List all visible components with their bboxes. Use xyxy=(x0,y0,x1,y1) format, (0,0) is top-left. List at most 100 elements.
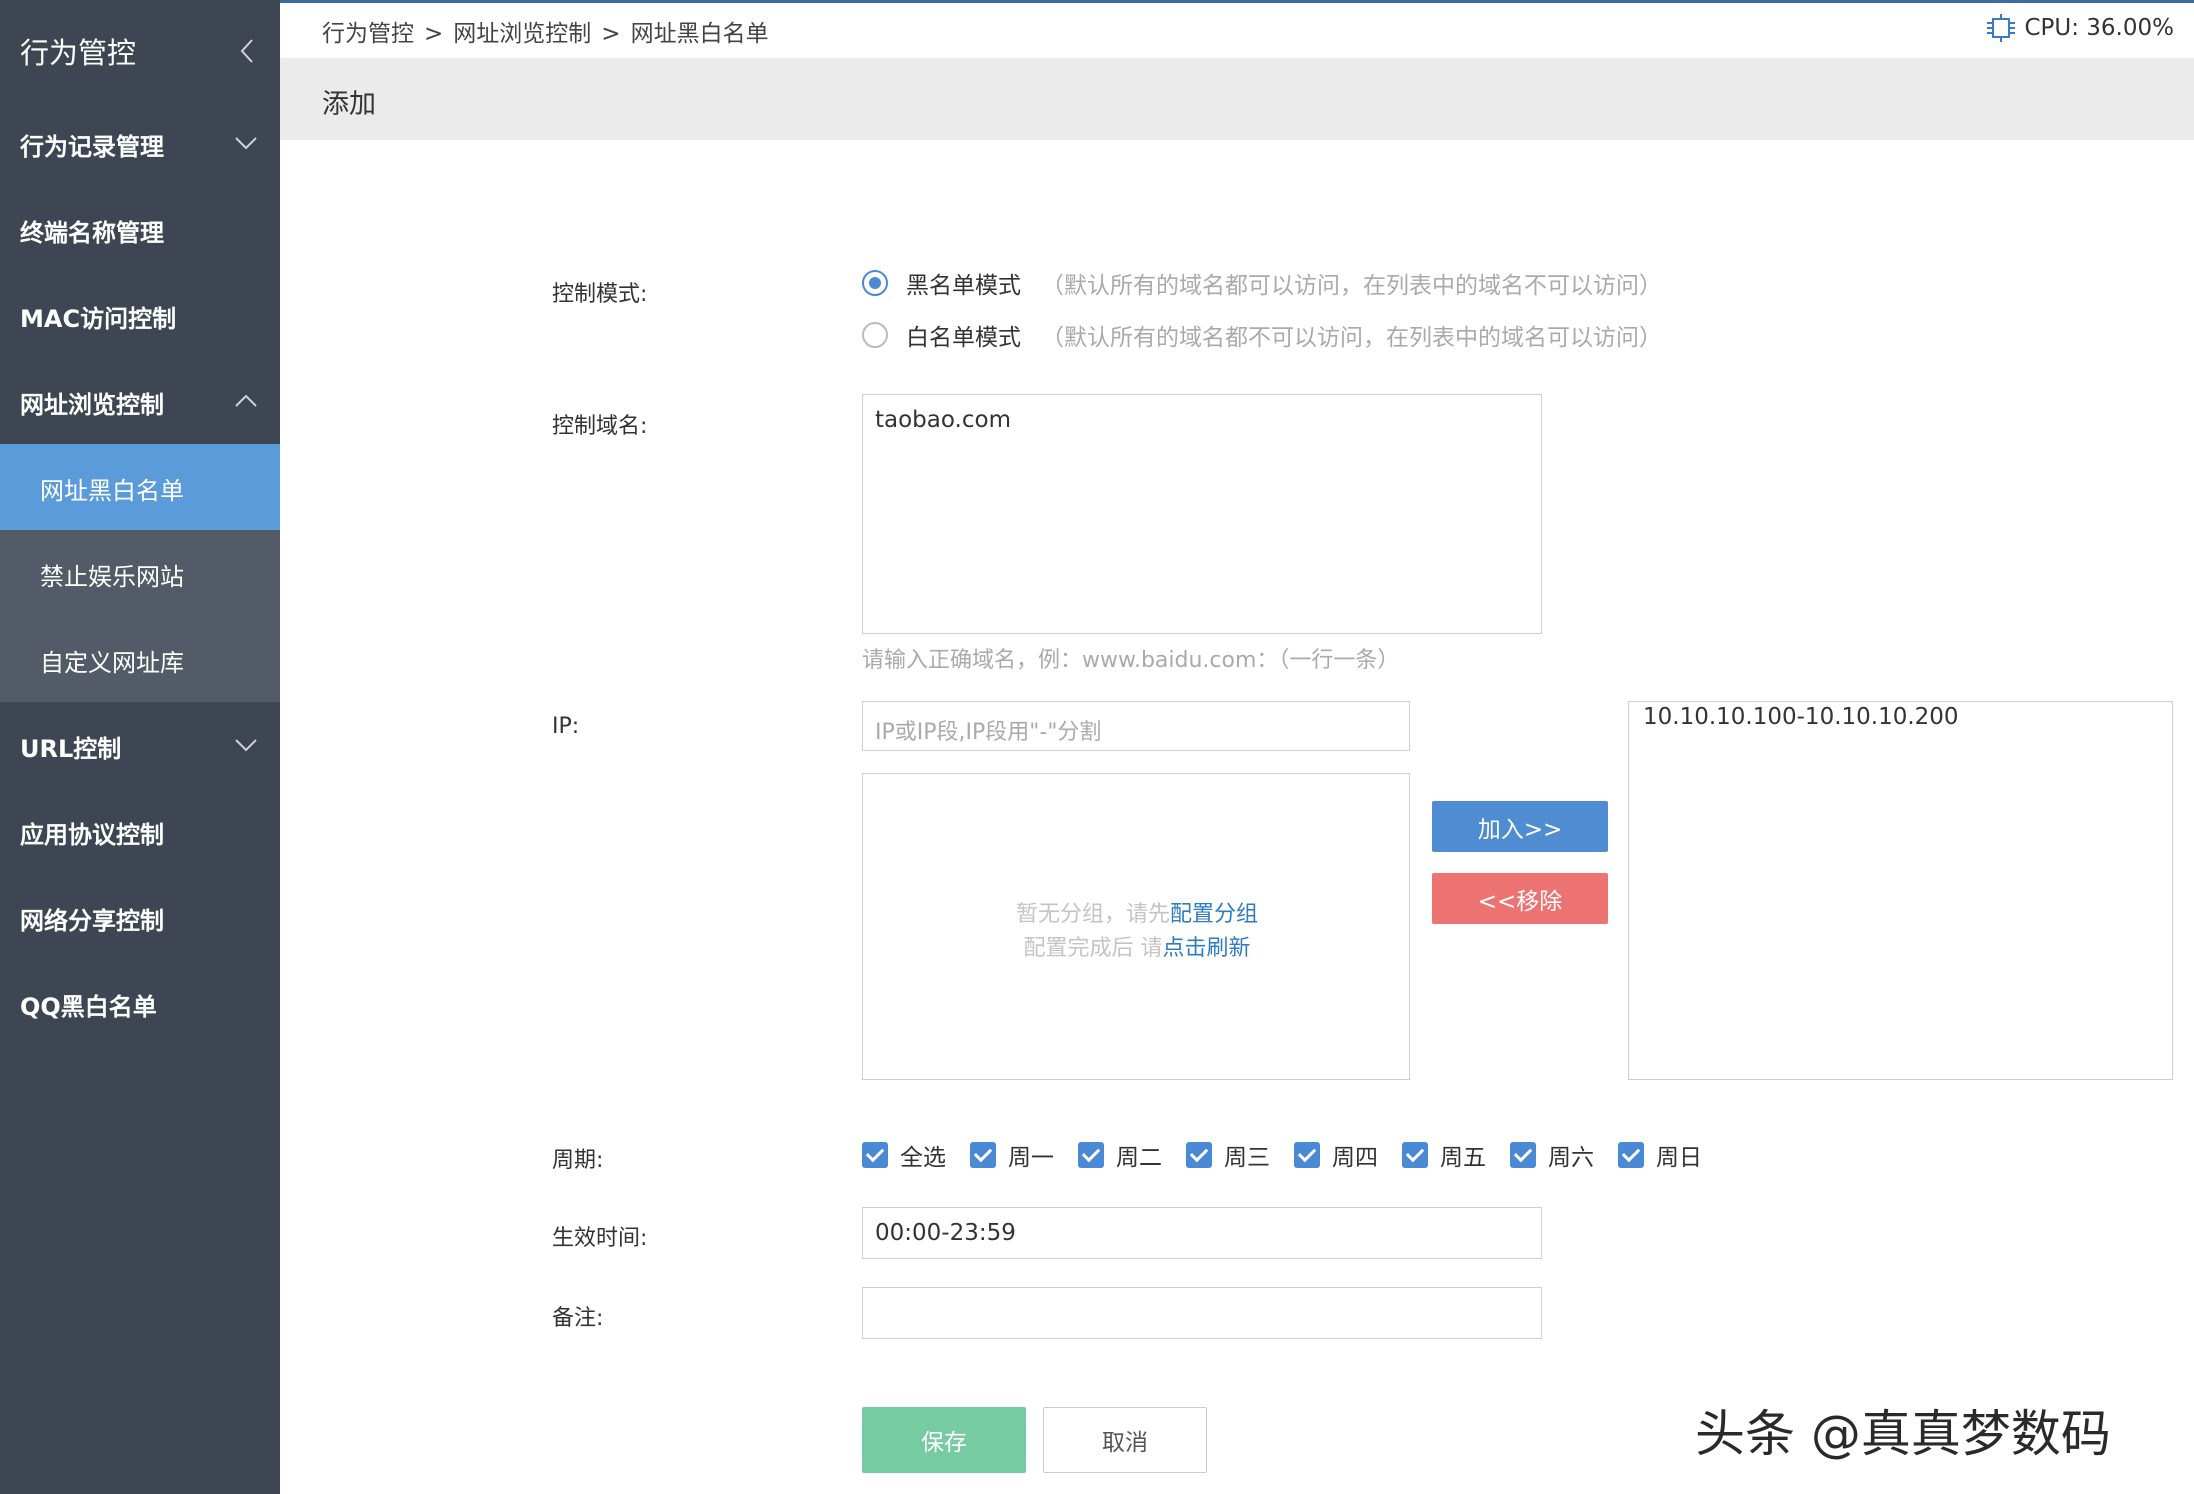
radio-hint: （默认所有的域名都不可以访问，在列表中的域名可以访问） xyxy=(1041,325,1662,351)
chevron-down-icon xyxy=(235,137,257,150)
group-msg-text: 暂无分组，请先 xyxy=(1015,902,1170,927)
sidebar-item-url-control[interactable]: URL控制 xyxy=(0,702,280,788)
radio-whitelist-mode[interactable]: 白名单模式 （默认所有的域名都不可以访问，在列表中的域名可以访问） xyxy=(862,318,1662,352)
ip-list-item[interactable]: 10.10.10.100-10.10.10.200 xyxy=(1643,704,1959,730)
sidebar-item-label: MAC访问控制 xyxy=(20,305,177,333)
sidebar-item-label: 网络分享控制 xyxy=(20,907,164,935)
note-label: 备注: xyxy=(552,1306,604,1331)
radio-label: 黑名单模式 xyxy=(906,273,1021,299)
sidebar-item-label: 行为记录管理 xyxy=(20,133,164,161)
radio-button[interactable] xyxy=(862,322,888,348)
control-mode-label: 控制模式: xyxy=(552,282,648,307)
chevron-left-icon[interactable] xyxy=(236,36,258,66)
cpu-value: CPU: 36.00% xyxy=(2024,15,2174,41)
ip-list-box[interactable]: 10.10.10.100-10.10.10.200 xyxy=(1628,701,2173,1080)
breadcrumb-item[interactable]: 行为管控 xyxy=(322,21,414,47)
sidebar-item-mac-access[interactable]: MAC访问控制 xyxy=(0,272,280,358)
cancel-button[interactable]: 取消 xyxy=(1043,1407,1207,1473)
domain-hint: 请输入正确域名，例：www.baidu.com：（一行一条） xyxy=(862,648,1400,673)
sidebar-item-behavior-records[interactable]: 行为记录管理 xyxy=(0,100,280,186)
checkbox-tuesday[interactable]: 周二 xyxy=(1078,1138,1162,1172)
checkbox-label: 周一 xyxy=(1008,1145,1054,1171)
page-title-bar: 添加 xyxy=(280,58,2194,140)
note-input[interactable] xyxy=(862,1287,1542,1339)
effective-time-label: 生效时间: xyxy=(552,1226,648,1251)
checkbox-checked[interactable] xyxy=(970,1142,996,1168)
radio-blacklist-mode[interactable]: 黑名单模式 （默认所有的域名都可以访问，在列表中的域名不可以访问） xyxy=(862,266,1662,300)
sidebar-item-terminal-names[interactable]: 终端名称管理 xyxy=(0,186,280,272)
effective-time-input[interactable]: 00:00-23:59 xyxy=(862,1207,1542,1259)
sidebar-item-qq-list[interactable]: QQ黑白名单 xyxy=(0,960,280,1046)
group-empty-message: 暂无分组，请先配置分组 xyxy=(863,896,1411,928)
breadcrumb-item[interactable]: 网址浏览控制 xyxy=(453,21,591,47)
checkbox-friday[interactable]: 周五 xyxy=(1402,1138,1486,1172)
checkbox-label: 周四 xyxy=(1332,1145,1378,1171)
checkbox-saturday[interactable]: 周六 xyxy=(1510,1138,1594,1172)
sidebar-subitem-label: 网址黑白名单 xyxy=(40,477,184,505)
domain-value: taobao.com xyxy=(875,407,1011,433)
breadcrumb-separator: > xyxy=(424,21,444,47)
period-label: 周期: xyxy=(552,1148,604,1173)
breadcrumb-separator: > xyxy=(601,21,621,47)
checkbox-sunday[interactable]: 周日 xyxy=(1618,1138,1702,1172)
ip-input-placeholder: IP或IP段,IP段用"-"分割 xyxy=(875,720,1102,745)
breadcrumb-item: 网址黑白名单 xyxy=(630,21,769,47)
control-domain-label: 控制域名: xyxy=(552,414,648,439)
sidebar-item-label: URL控制 xyxy=(20,735,122,763)
checkbox-checked[interactable] xyxy=(862,1142,888,1168)
page-title: 添加 xyxy=(322,89,376,120)
save-button[interactable]: 保存 xyxy=(862,1407,1026,1473)
weekday-checkboxes: 全选 周一 周二 周三 周四 周五 周六 周日 xyxy=(862,1138,1726,1172)
cpu-chip-icon xyxy=(1987,14,2016,42)
sidebar-item-label: 应用协议控制 xyxy=(20,821,164,849)
sidebar-item-label: 终端名称管理 xyxy=(20,219,164,247)
checkbox-label: 周六 xyxy=(1548,1145,1594,1171)
radio-label: 白名单模式 xyxy=(906,325,1021,351)
checkbox-label: 全选 xyxy=(900,1145,946,1171)
domain-textarea[interactable]: taobao.com xyxy=(862,394,1542,634)
sidebar-subitem-block-entertainment[interactable]: 禁止娱乐网站 xyxy=(0,530,280,616)
sidebar: 行为管控 行为记录管理 终端名称管理 MAC访问控制 网址浏览控制 网址黑白名单… xyxy=(0,0,280,1494)
radio-button-selected[interactable] xyxy=(862,270,888,296)
checkbox-monday[interactable]: 周一 xyxy=(970,1138,1054,1172)
checkbox-checked[interactable] xyxy=(1402,1142,1428,1168)
sidebar-subitem-label: 禁止娱乐网站 xyxy=(40,563,184,591)
checkbox-checked[interactable] xyxy=(1294,1142,1320,1168)
sidebar-subitem-custom-url-library[interactable]: 自定义网址库 xyxy=(0,616,280,702)
ip-input[interactable]: IP或IP段,IP段用"-"分割 xyxy=(862,701,1410,751)
app-window: 行为管控 行为记录管理 终端名称管理 MAC访问控制 网址浏览控制 网址黑白名单… xyxy=(0,0,2194,1494)
ip-group-box: 暂无分组，请先配置分组 配置完成后 请点击刷新 xyxy=(862,773,1410,1080)
chevron-down-icon xyxy=(235,739,257,752)
remove-button[interactable]: <<移除 xyxy=(1432,873,1608,924)
sidebar-item-url-browse[interactable]: 网址浏览控制 xyxy=(0,358,280,444)
sidebar-subitem-label: 自定义网址库 xyxy=(40,649,184,677)
cpu-status: CPU: 36.00% xyxy=(1984,14,2174,42)
group-msg-text: 配置完成后 请 xyxy=(1023,936,1163,961)
checkbox-checked[interactable] xyxy=(1618,1142,1644,1168)
checkbox-label: 周三 xyxy=(1224,1145,1270,1171)
checkbox-checked[interactable] xyxy=(1186,1142,1212,1168)
chevron-up-icon xyxy=(235,394,257,407)
checkbox-checked[interactable] xyxy=(1078,1142,1104,1168)
checkbox-checked[interactable] xyxy=(1510,1142,1536,1168)
checkbox-label: 周二 xyxy=(1116,1145,1162,1171)
checkbox-wednesday[interactable]: 周三 xyxy=(1186,1138,1270,1172)
sidebar-item-network-sharing[interactable]: 网络分享控制 xyxy=(0,874,280,960)
add-button[interactable]: 加入>> xyxy=(1432,801,1608,852)
ip-label: IP: xyxy=(552,714,580,739)
checkbox-thursday[interactable]: 周四 xyxy=(1294,1138,1378,1172)
sidebar-header: 行为管控 xyxy=(0,0,280,100)
configure-group-link[interactable]: 配置分组 xyxy=(1170,902,1258,927)
sidebar-item-app-protocol[interactable]: 应用协议控制 xyxy=(0,788,280,874)
checkbox-select-all[interactable]: 全选 xyxy=(862,1138,946,1172)
group-refresh-message: 配置完成后 请点击刷新 xyxy=(863,930,1411,962)
refresh-link[interactable]: 点击刷新 xyxy=(1162,936,1250,961)
watermark-text: 头条 @真真梦数码 xyxy=(1695,1405,2111,1463)
checkbox-label: 周五 xyxy=(1440,1145,1486,1171)
checkbox-label: 周日 xyxy=(1656,1145,1702,1171)
sidebar-subitem-url-blacklist[interactable]: 网址黑白名单 xyxy=(0,444,280,530)
sidebar-item-label: 网址浏览控制 xyxy=(20,391,164,419)
sidebar-item-label: QQ黑白名单 xyxy=(20,993,157,1021)
radio-hint: （默认所有的域名都可以访问，在列表中的域名不可以访问） xyxy=(1041,273,1662,299)
effective-time-value: 00:00-23:59 xyxy=(875,1220,1016,1246)
